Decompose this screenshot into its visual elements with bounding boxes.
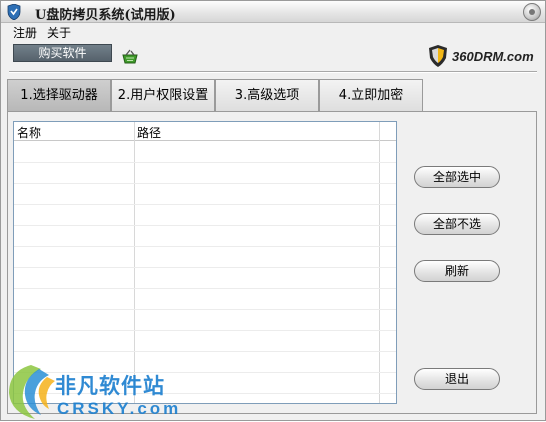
360drm-logo-icon <box>429 45 447 67</box>
menu-bar: 注册 关于 <box>13 24 71 40</box>
list-item[interactable] <box>14 247 396 268</box>
menu-item-about[interactable]: 关于 <box>47 24 71 40</box>
menu-item-register[interactable]: 注册 <box>13 24 37 40</box>
list-item[interactable] <box>14 205 396 226</box>
close-icon <box>529 9 535 15</box>
tab-encrypt-now[interactable]: 4.立即加密 <box>319 79 423 111</box>
buy-software-button[interactable]: 购买软件 <box>13 44 112 62</box>
column-header-name[interactable]: 名称 <box>17 124 41 141</box>
list-item[interactable] <box>14 142 396 163</box>
watermark-text-cn: 非凡软件站 <box>55 374 165 398</box>
title-bar: U盘防拷贝系统(试用版) <box>1 1 545 23</box>
tab-user-permissions[interactable]: 2.用户权限设置 <box>111 79 215 111</box>
list-item[interactable] <box>14 184 396 205</box>
list-item[interactable] <box>14 331 396 352</box>
list-item[interactable] <box>14 268 396 289</box>
list-header: 名称 路径 <box>14 122 396 141</box>
exit-button[interactable]: 退出 <box>414 368 500 390</box>
list-item[interactable] <box>14 163 396 184</box>
app-window: U盘防拷贝系统(试用版) 注册 关于 购买软件 360DRM.com 1.选择驱… <box>0 0 546 421</box>
select-all-button[interactable]: 全部选中 <box>414 166 500 188</box>
shopping-basket-icon[interactable] <box>121 49 139 65</box>
tab-select-drive[interactable]: 1.选择驱动器 <box>7 79 111 111</box>
tab-advanced-options[interactable]: 3.高级选项 <box>215 79 319 111</box>
header-divider <box>9 71 537 73</box>
list-item[interactable] <box>14 226 396 247</box>
close-button[interactable] <box>523 3 541 21</box>
select-none-button[interactable]: 全部不选 <box>414 213 500 235</box>
shield-app-icon <box>7 4 21 20</box>
window-title: U盘防拷贝系统(试用版) <box>35 8 176 23</box>
watermark-text-en: CRSKY.com <box>57 399 182 418</box>
refresh-button[interactable]: 刷新 <box>414 260 500 282</box>
list-item[interactable] <box>14 310 396 331</box>
list-item[interactable] <box>14 289 396 310</box>
360drm-logo-text: 360DRM.com <box>452 49 534 64</box>
column-header-path[interactable]: 路径 <box>137 124 161 141</box>
